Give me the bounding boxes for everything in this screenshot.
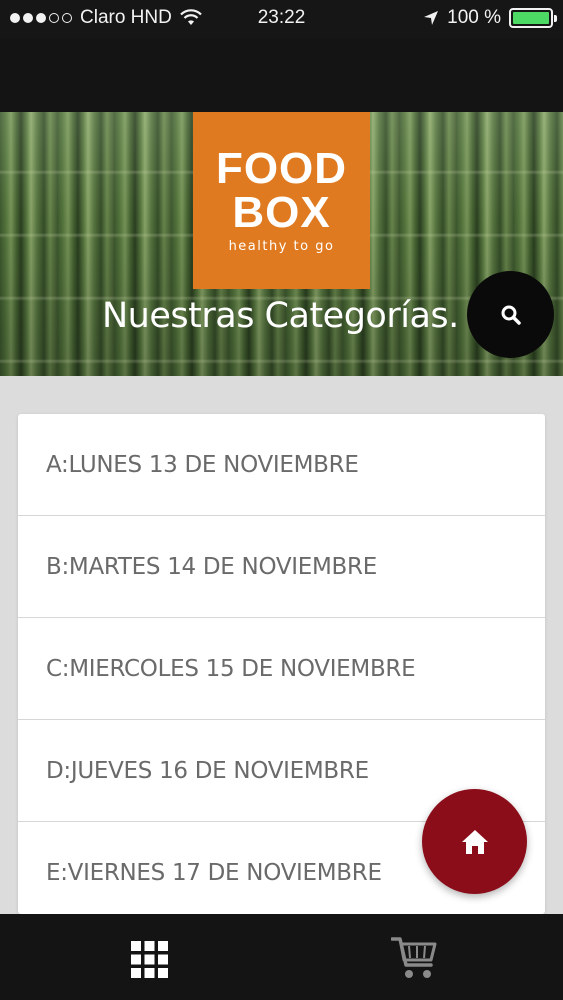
logo-line-2: BOX [232, 188, 331, 237]
location-arrow-icon [424, 11, 439, 25]
search-icon [501, 305, 521, 325]
home-button[interactable] [422, 789, 527, 894]
home-icon [461, 829, 488, 854]
cart-icon[interactable] [391, 936, 437, 980]
foodbox-logo: FOOD BOX healthy to go [193, 112, 370, 289]
top-app-bar [0, 38, 563, 112]
page-title: Nuestras Categorías. [102, 296, 459, 336]
battery-percent: 100 % [447, 7, 501, 28]
category-item-a[interactable]: A:LUNES 13 DE NOVIEMBRE [18, 414, 545, 516]
logo-tagline: healthy to go [228, 239, 335, 254]
grid-icon[interactable] [131, 941, 168, 978]
logo-line-1: FOOD [215, 144, 348, 193]
category-item-c[interactable]: C:MIERCOLES 15 DE NOVIEMBRE [18, 618, 545, 720]
battery-icon [509, 8, 557, 28]
status-right: 100 % [423, 7, 557, 29]
status-bar: Claro HND 23:22 100 % [0, 0, 563, 38]
search-button[interactable] [467, 271, 554, 358]
category-item-b[interactable]: B:MARTES 14 DE NOVIEMBRE [18, 516, 545, 618]
bottom-nav [0, 914, 563, 1000]
